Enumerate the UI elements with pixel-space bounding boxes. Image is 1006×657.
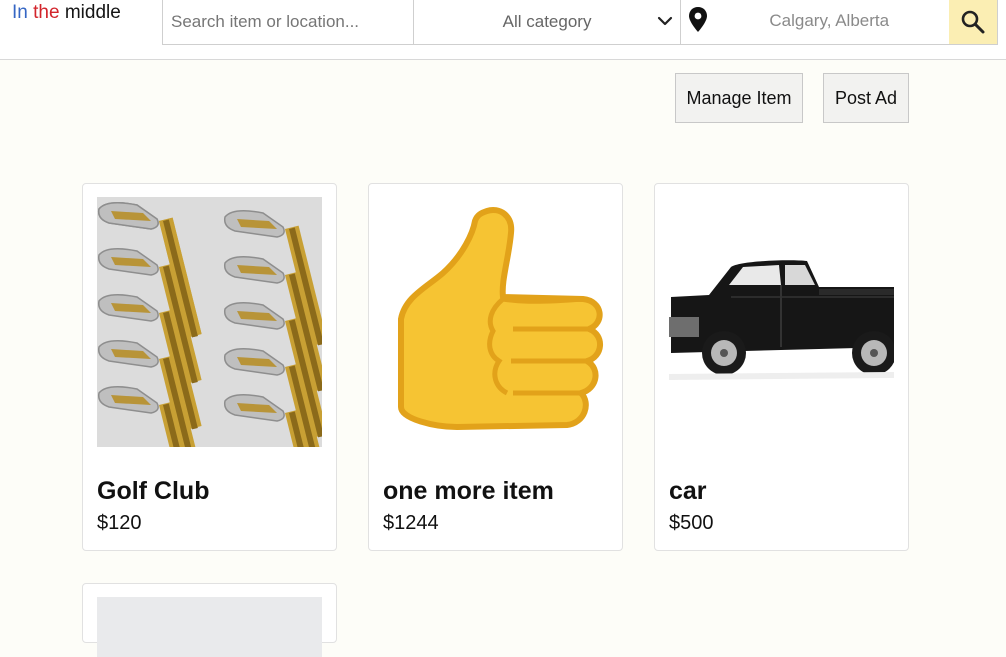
listing-price: $1244 xyxy=(383,512,439,534)
placeholder-image xyxy=(97,597,322,657)
thumbs-up-icon xyxy=(383,197,608,447)
search-input[interactable] xyxy=(163,0,414,44)
listing-title: car xyxy=(669,477,707,505)
search-icon xyxy=(961,10,985,34)
listing-title: one more item xyxy=(383,477,554,505)
category-select[interactable]: All category xyxy=(414,0,682,44)
category-selected-label: All category xyxy=(502,12,592,31)
top-header: In the middle All category Calgary, Albe… xyxy=(0,0,1006,60)
location-value: Calgary, Alberta xyxy=(769,11,890,30)
location-field[interactable]: Calgary, Alberta xyxy=(681,0,949,44)
manage-item-button[interactable]: Manage Item xyxy=(675,73,803,123)
logo-word-middle: middle xyxy=(64,2,121,23)
logo-word-the: the xyxy=(33,2,60,23)
listing-card[interactable]: one more item $1244 xyxy=(368,183,623,551)
pickup-truck-image xyxy=(669,197,894,447)
logo-word-in: In xyxy=(12,2,28,23)
listing-price: $120 xyxy=(97,512,142,534)
search-button[interactable] xyxy=(949,0,997,44)
chevron-down-icon xyxy=(658,16,673,26)
site-logo[interactable]: In the middle xyxy=(12,2,121,24)
listing-card[interactable]: car $500 xyxy=(654,183,909,551)
post-ad-button[interactable]: Post Ad xyxy=(823,73,909,123)
golf-clubs-image xyxy=(97,197,322,447)
map-pin-icon xyxy=(689,7,708,32)
search-bar: All category Calgary, Alberta xyxy=(162,0,998,45)
listing-price: $500 xyxy=(669,512,714,534)
listing-card[interactable]: Golf Club $120 xyxy=(82,183,337,551)
listing-card[interactable] xyxy=(82,583,337,657)
listing-title: Golf Club xyxy=(97,477,210,505)
